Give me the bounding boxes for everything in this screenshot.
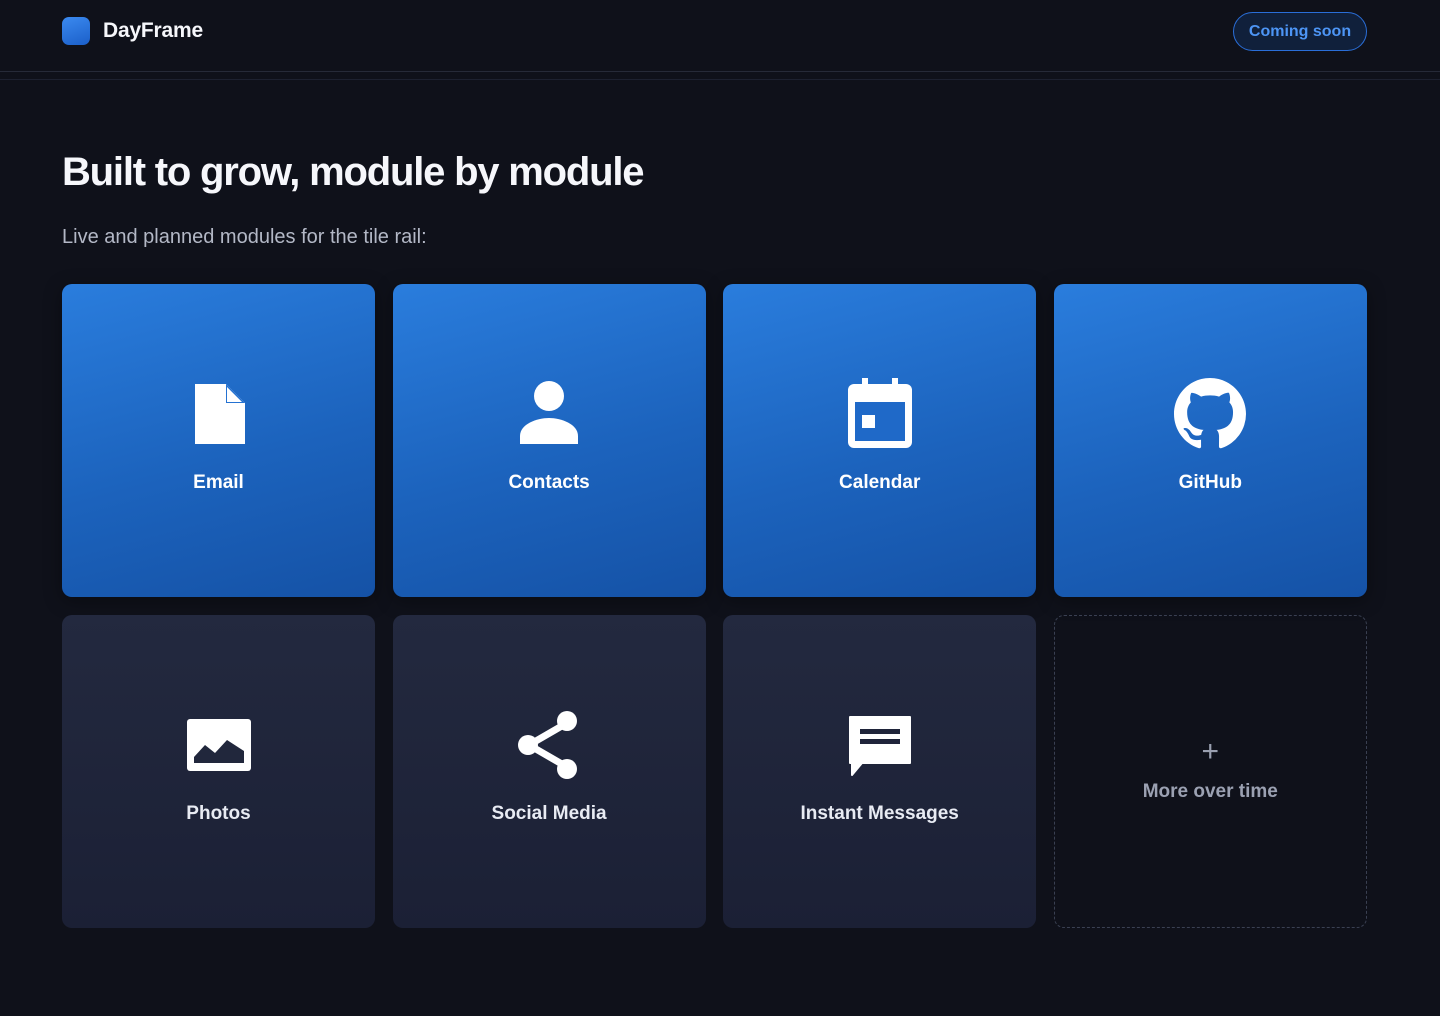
person-icon	[513, 378, 585, 450]
calendar-icon	[844, 377, 916, 450]
module-tile-photos[interactable]: Photos	[62, 615, 375, 928]
module-label: Calendar	[839, 471, 921, 493]
module-tile-calendar[interactable]: Calendar	[723, 284, 1037, 597]
document-icon	[183, 378, 255, 450]
module-tile-github[interactable]: GitHub	[1053, 284, 1367, 597]
coming-soon-button[interactable]: Coming soon	[1233, 12, 1367, 51]
module-tile-instant-messages[interactable]: Instant Messages	[723, 615, 1037, 928]
brand-logo-icon	[62, 17, 90, 45]
module-label: Photos	[186, 802, 251, 824]
photo-icon	[183, 709, 255, 781]
github-icon	[1174, 377, 1247, 450]
brand[interactable]: DayFrame	[62, 17, 203, 45]
more-label: More over time	[1142, 780, 1278, 802]
share-icon	[513, 709, 585, 781]
page-subtitle: Live and planned modules for the tile ra…	[62, 226, 427, 248]
module-tile-email[interactable]: Email	[62, 284, 375, 597]
module-tile-social-media[interactable]: Social Media	[392, 615, 706, 928]
module-tile-contacts[interactable]: Contacts	[392, 284, 706, 597]
top-bar: DayFrame Coming soon	[0, 0, 1440, 72]
module-label: Instant Messages	[800, 802, 959, 824]
page-title: Built to grow, module by module	[62, 150, 644, 194]
module-label: Contacts	[508, 471, 590, 493]
module-label: GitHub	[1178, 471, 1242, 493]
header-divider	[0, 79, 1440, 80]
chat-icon	[844, 709, 916, 781]
module-tile-more[interactable]: + More over time	[1053, 615, 1367, 928]
brand-name: DayFrame	[103, 19, 203, 42]
module-grid: Email Contacts Calendar GitHub Photos So…	[62, 284, 1367, 928]
module-label: Social Media	[491, 802, 607, 824]
plus-icon: +	[1201, 734, 1220, 768]
module-label: Email	[193, 471, 244, 493]
